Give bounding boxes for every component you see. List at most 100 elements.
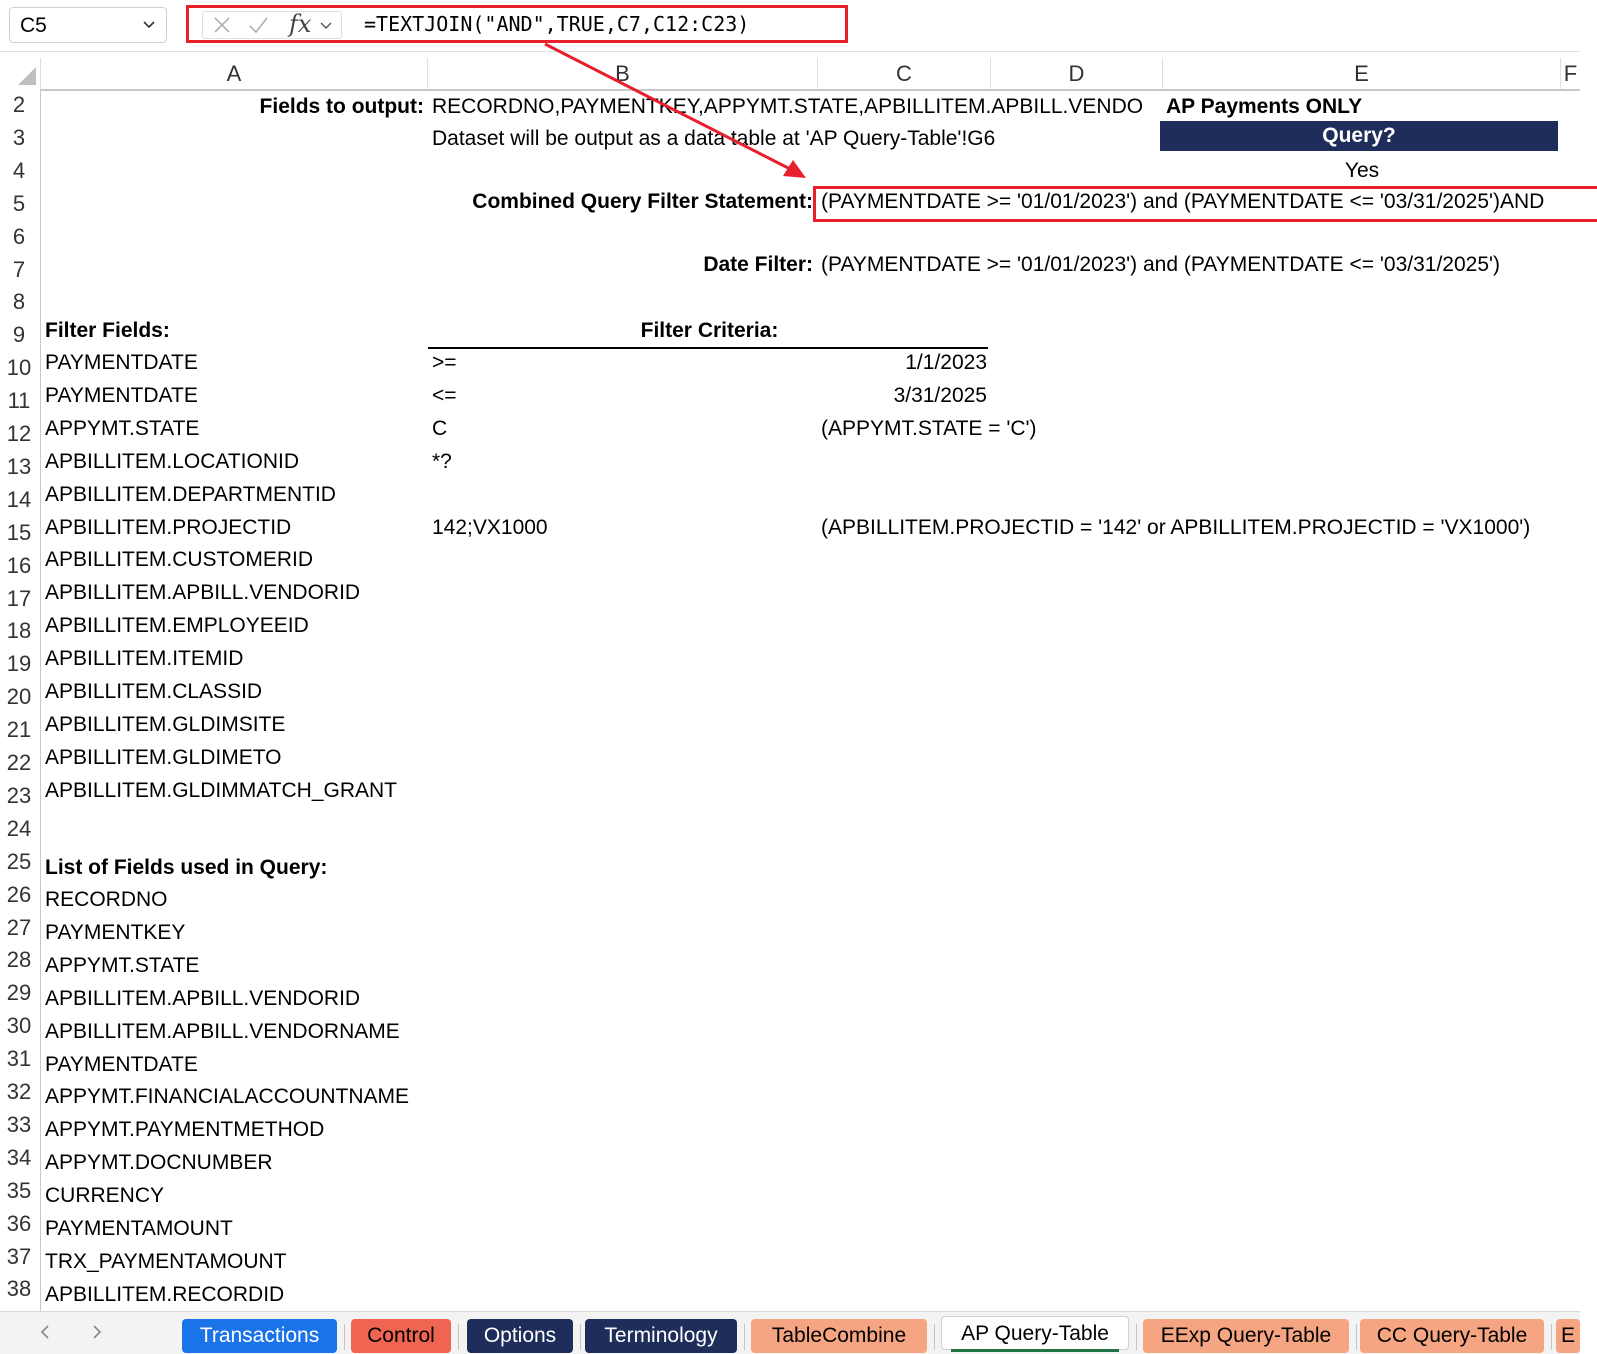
cell-a25[interactable]: List of Fields used in Query: xyxy=(45,855,327,881)
column-header-d[interactable]: D xyxy=(991,58,1163,89)
row-header-37[interactable]: 37 xyxy=(0,1244,38,1270)
row-header-5[interactable]: 5 xyxy=(0,191,38,217)
filter-operator-cell[interactable]: <= xyxy=(432,383,457,409)
sheet-tab[interactable]: CC Query-Table xyxy=(1360,1319,1544,1353)
column-header-c[interactable]: C xyxy=(818,58,991,89)
filter-operator-cell[interactable]: >= xyxy=(432,350,457,376)
column-header-e[interactable]: E xyxy=(1163,58,1561,89)
query-field-cell[interactable]: PAYMENTDATE xyxy=(45,1052,198,1078)
filter-clause-cell[interactable]: (APBILLITEM.PROJECTID = '142' or APBILLI… xyxy=(821,515,1530,541)
cell-b2[interactable]: RECORDNO,PAYMENTKEY,APPYMT.STATE,APBILLI… xyxy=(432,94,1157,120)
cell-a9[interactable]: Filter Fields: xyxy=(45,318,170,344)
sheet-tab[interactable]: EExp Query-Table xyxy=(1143,1319,1349,1353)
row-header-29[interactable]: 29 xyxy=(0,980,38,1006)
filter-field-cell[interactable]: APBILLITEM.ITEMID xyxy=(45,646,243,672)
sheet-tab[interactable]: E xyxy=(1556,1319,1580,1353)
query-field-cell[interactable]: APPYMT.DOCNUMBER xyxy=(45,1150,273,1176)
filter-field-cell[interactable]: APBILLITEM.LOCATIONID xyxy=(45,449,299,475)
filter-field-cell[interactable]: PAYMENTDATE xyxy=(45,383,198,409)
filter-value-cell[interactable]: 1/1/2023 xyxy=(818,350,987,376)
query-field-cell[interactable]: APPYMT.STATE xyxy=(45,953,199,979)
row-header-28[interactable]: 28 xyxy=(0,947,38,973)
sheet-tab[interactable]: Transactions xyxy=(182,1319,337,1353)
filter-field-cell[interactable]: APBILLITEM.PROJECTID xyxy=(45,515,291,541)
sheet-tab[interactable]: TableCombine xyxy=(751,1319,927,1353)
query-field-cell[interactable]: APPYMT.FINANCIALACCOUNTNAME xyxy=(45,1084,409,1110)
row-header-9[interactable]: 9 xyxy=(0,322,38,348)
chevron-down-icon[interactable] xyxy=(142,17,156,31)
row-header-32[interactable]: 32 xyxy=(0,1079,38,1105)
query-field-cell[interactable]: RECORDNO xyxy=(45,887,168,913)
chevron-left-icon[interactable] xyxy=(37,1324,53,1340)
row-header-14[interactable]: 14 xyxy=(0,487,38,513)
query-field-cell[interactable]: PAYMENTAMOUNT xyxy=(45,1216,233,1242)
row-header-18[interactable]: 18 xyxy=(0,618,38,644)
cell-c7[interactable]: (PAYMENTDATE >= '01/01/2023') and (PAYME… xyxy=(821,252,1500,278)
filter-value-cell[interactable]: 3/31/2025 xyxy=(818,383,987,409)
filter-field-cell[interactable]: APBILLITEM.EMPLOYEEID xyxy=(45,613,309,639)
chevron-right-icon[interactable] xyxy=(89,1324,105,1340)
filter-operator-cell[interactable]: *? xyxy=(432,449,452,475)
filter-field-cell[interactable]: APPYMT.STATE xyxy=(45,416,199,442)
query-field-cell[interactable]: TRX_PAYMENTAMOUNT xyxy=(45,1249,287,1275)
row-header-36[interactable]: 36 xyxy=(0,1211,38,1237)
cell-a2[interactable]: Fields to output: xyxy=(41,94,424,120)
cell-b9[interactable]: Filter Criteria: xyxy=(428,318,991,344)
filter-operator-cell[interactable]: 142;VX1000 xyxy=(432,515,548,541)
row-header-38[interactable]: 38 xyxy=(0,1276,38,1302)
row-header-35[interactable]: 35 xyxy=(0,1178,38,1204)
row-header-7[interactable]: 7 xyxy=(0,257,38,283)
query-field-cell[interactable]: CURRENCY xyxy=(45,1183,164,1209)
row-header-22[interactable]: 22 xyxy=(0,750,38,776)
query-field-cell[interactable]: PAYMENTKEY xyxy=(45,920,185,946)
row-header-24[interactable]: 24 xyxy=(0,816,38,842)
row-header-15[interactable]: 15 xyxy=(0,520,38,546)
filter-clause-cell[interactable]: (APPYMT.STATE = 'C') xyxy=(821,416,1037,442)
row-header-30[interactable]: 30 xyxy=(0,1013,38,1039)
row-header-6[interactable]: 6 xyxy=(0,224,38,250)
row-header-13[interactable]: 13 xyxy=(0,454,38,480)
row-header-10[interactable]: 10 xyxy=(0,355,38,381)
row-header-12[interactable]: 12 xyxy=(0,421,38,447)
row-header-17[interactable]: 17 xyxy=(0,586,38,612)
sheet-tab[interactable]: Terminology xyxy=(585,1319,737,1353)
row-header-23[interactable]: 23 xyxy=(0,783,38,809)
row-header-3[interactable]: 3 xyxy=(0,125,38,151)
filter-field-cell[interactable]: APBILLITEM.CLASSID xyxy=(45,679,262,705)
sheet-tab[interactable]: AP Query-Table xyxy=(941,1316,1129,1350)
row-header-26[interactable]: 26 xyxy=(0,882,38,908)
name-box[interactable]: C5 xyxy=(9,7,167,43)
filter-field-cell[interactable]: APBILLITEM.GLDIMMATCH_GRANT xyxy=(45,778,397,804)
row-header-19[interactable]: 19 xyxy=(0,651,38,677)
filter-field-cell[interactable]: APBILLITEM.APBILL.VENDORID xyxy=(45,580,360,606)
query-field-cell[interactable]: APBILLITEM.RECORDID xyxy=(45,1282,284,1308)
row-header-16[interactable]: 16 xyxy=(0,553,38,579)
row-header-8[interactable]: 8 xyxy=(0,289,38,315)
row-header-31[interactable]: 31 xyxy=(0,1046,38,1072)
column-header-b[interactable]: B xyxy=(428,58,818,89)
sheet-tab[interactable]: Control xyxy=(351,1319,451,1353)
filter-field-cell[interactable]: APBILLITEM.GLDIMETO xyxy=(45,745,282,771)
cell-e2[interactable]: AP Payments ONLY xyxy=(1166,94,1362,120)
row-header-25[interactable]: 25 xyxy=(0,849,38,875)
query-field-cell[interactable]: APBILLITEM.APBILL.VENDORID xyxy=(45,986,360,1012)
cell-b3[interactable]: Dataset will be output as a data table a… xyxy=(432,126,995,152)
cell-b5[interactable]: Combined Query Filter Statement: xyxy=(428,189,813,215)
row-header-11[interactable]: 11 xyxy=(0,388,38,414)
query-field-cell[interactable]: APPYMT.PAYMENTMETHOD xyxy=(45,1117,324,1143)
row-header-2[interactable]: 2 xyxy=(0,92,38,118)
column-header-a[interactable]: A xyxy=(41,58,428,89)
filter-operator-cell[interactable]: C xyxy=(432,416,447,442)
filter-field-cell[interactable]: APBILLITEM.GLDIMSITE xyxy=(45,712,285,738)
row-header-4[interactable]: 4 xyxy=(0,158,38,184)
column-header-f[interactable]: F xyxy=(1561,58,1580,89)
filter-field-cell[interactable]: APBILLITEM.DEPARTMENTID xyxy=(45,482,336,508)
row-header-34[interactable]: 34 xyxy=(0,1145,38,1171)
query-header-cell[interactable]: Query? xyxy=(1160,121,1558,151)
row-header-20[interactable]: 20 xyxy=(0,684,38,710)
row-header-21[interactable]: 21 xyxy=(0,717,38,743)
cell-b7[interactable]: Date Filter: xyxy=(428,252,813,278)
query-value-cell[interactable]: Yes xyxy=(1163,158,1561,184)
filter-field-cell[interactable]: PAYMENTDATE xyxy=(45,350,198,376)
row-header-27[interactable]: 27 xyxy=(0,915,38,941)
